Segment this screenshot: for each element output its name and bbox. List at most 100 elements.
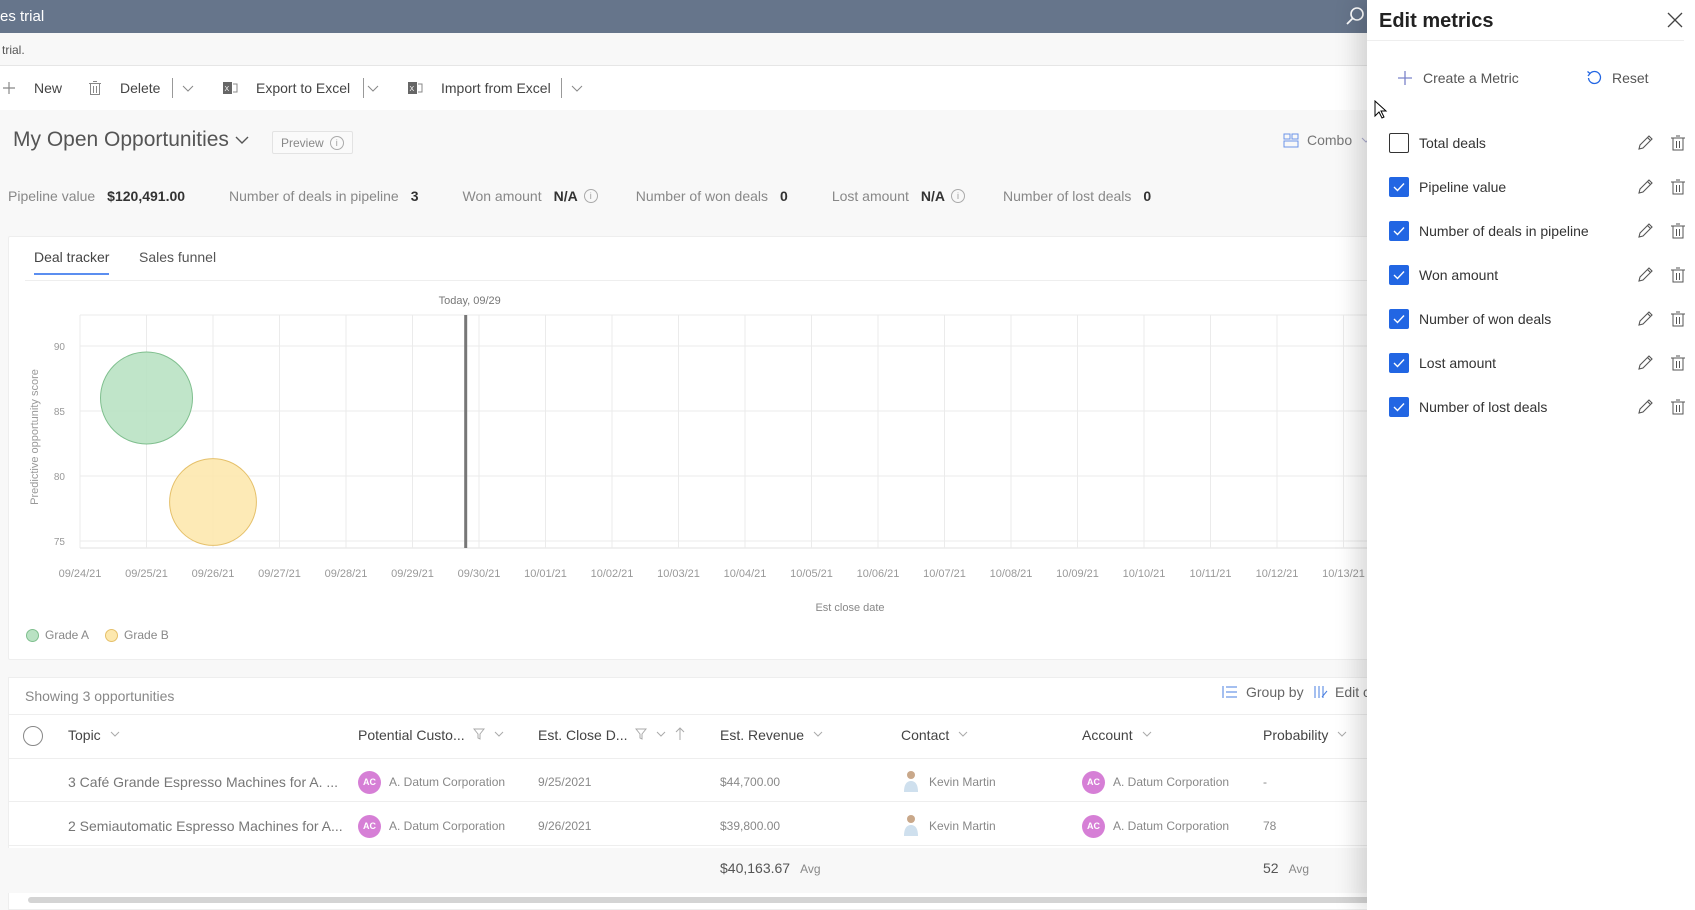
- chevron-down-icon[interactable]: [655, 727, 667, 743]
- group-by-button[interactable]: Group by: [1222, 684, 1304, 700]
- chevron-down-icon[interactable]: [109, 727, 121, 743]
- topic-link[interactable]: 3 Café Grande Espresso Machines for A. .…: [68, 772, 338, 792]
- checkmark-icon: [1393, 403, 1405, 412]
- search-icon[interactable]: [1345, 6, 1365, 26]
- edit-pencil-icon[interactable]: [1636, 266, 1654, 284]
- column-header-probability[interactable]: Probability: [1263, 724, 1348, 746]
- delete-trash-icon[interactable]: [1670, 178, 1686, 196]
- delete-trash-icon[interactable]: [1670, 222, 1686, 240]
- chevron-down-icon[interactable]: [1336, 727, 1348, 743]
- select-all-radio[interactable]: [22, 725, 44, 747]
- filter-icon[interactable]: [635, 727, 648, 743]
- metric-checkbox[interactable]: [1389, 265, 1409, 285]
- metric-option-label: Pipeline value: [1419, 179, 1507, 195]
- topic-link[interactable]: 2 Semiautomatic Espresso Machines for A.…: [68, 816, 343, 836]
- delete-trash-icon[interactable]: [1670, 354, 1686, 372]
- filter-icon[interactable]: [472, 727, 485, 743]
- potential-customer-cell[interactable]: AC A. Datum Corporation: [358, 770, 505, 794]
- delete-button[interactable]: Delete: [88, 66, 160, 110]
- contact-cell[interactable]: Kevin Martin: [901, 770, 996, 794]
- edit-pencil-icon[interactable]: [1636, 178, 1654, 196]
- info-icon[interactable]: i: [951, 189, 966, 203]
- metric-option: Lost amount: [1389, 352, 1689, 374]
- column-header-est-close-d[interactable]: Est. Close D...: [538, 724, 685, 746]
- column-header-potential-custo[interactable]: Potential Custo...: [358, 724, 505, 746]
- x-tick-label: 09/29/21: [391, 568, 434, 580]
- probability-cell: 78: [1263, 819, 1277, 833]
- view-selector[interactable]: My Open Opportunities: [13, 128, 251, 152]
- edit-pencil-icon[interactable]: [1636, 222, 1654, 240]
- group-by-label: Group by: [1246, 684, 1304, 700]
- delete-trash-icon[interactable]: [1670, 134, 1686, 152]
- x-tick-label: 10/01/21: [524, 568, 567, 580]
- excel-icon: X: [408, 82, 423, 94]
- bubble-grade-a[interactable]: [100, 351, 193, 445]
- chevron-down-icon[interactable]: [812, 727, 824, 743]
- column-header-topic[interactable]: Topic: [68, 724, 121, 746]
- delete-more-chevron-icon[interactable]: [180, 80, 196, 96]
- metric-option-label: Number of deals in pipeline: [1419, 223, 1589, 239]
- delete-trash-icon[interactable]: [1670, 398, 1686, 416]
- chevron-down-icon[interactable]: [957, 727, 969, 743]
- tab-sales-funnel[interactable]: Sales funnel: [139, 249, 216, 273]
- import-from-excel-button[interactable]: X Import from Excel: [407, 66, 551, 110]
- metrics-strip: Pipeline value $120,491.00 Number of deals…: [8, 186, 1195, 206]
- column-header-account[interactable]: Account: [1082, 724, 1153, 746]
- chevron-down-icon[interactable]: [1141, 727, 1153, 743]
- edit-pencil-icon[interactable]: [1636, 134, 1654, 152]
- record-count: Showing 3 opportunities: [25, 688, 175, 704]
- edit-pencil-icon[interactable]: [1636, 310, 1654, 328]
- info-icon[interactable]: i: [583, 189, 598, 203]
- contact-cell[interactable]: Kevin Martin: [901, 814, 996, 838]
- delete-trash-icon[interactable]: [1670, 266, 1686, 284]
- metric-checkbox[interactable]: [1389, 397, 1409, 417]
- column-header-est-revenue[interactable]: Est. Revenue: [720, 724, 824, 746]
- legend-item-grade-a[interactable]: Grade A: [26, 628, 89, 642]
- edit-columns-button[interactable]: Edit c: [1313, 684, 1370, 700]
- horizontal-scrollbar[interactable]: [28, 897, 1378, 903]
- edit-pencil-icon[interactable]: [1636, 398, 1654, 416]
- combo-label: Combo: [1307, 132, 1353, 148]
- create-metric-button[interactable]: Create a Metric: [1397, 70, 1519, 86]
- edit-columns-icon: [1314, 686, 1328, 698]
- metric-label: Pipeline value: [8, 188, 96, 204]
- tab-deal-tracker[interactable]: Deal tracker: [34, 249, 110, 275]
- new-button[interactable]: New: [2, 66, 62, 110]
- bubble-grade-b[interactable]: [169, 458, 257, 546]
- potential-customer-cell[interactable]: AC A. Datum Corporation: [358, 814, 505, 838]
- import-label: Import from Excel: [441, 80, 551, 96]
- metric-option: Number of lost deals: [1389, 396, 1689, 418]
- sort-ascending-icon[interactable]: [675, 726, 685, 744]
- avatar: AC: [358, 814, 381, 838]
- metric-item: Number of deals in pipeline 3: [229, 188, 424, 204]
- close-icon[interactable]: [1665, 10, 1685, 30]
- legend-item-grade-b[interactable]: Grade B: [105, 628, 169, 642]
- metric-label: Number of lost deals: [1003, 188, 1132, 204]
- view-title: My Open Opportunities: [13, 128, 229, 151]
- import-more-chevron-icon[interactable]: [569, 80, 585, 96]
- account-cell[interactable]: AC A. Datum Corporation: [1082, 814, 1229, 838]
- divider: [172, 78, 173, 98]
- metric-checkbox[interactable]: [1389, 221, 1409, 241]
- account-cell[interactable]: AC A. Datum Corporation: [1082, 770, 1229, 794]
- edit-pencil-icon[interactable]: [1636, 354, 1654, 372]
- divider: [363, 78, 364, 98]
- metric-checkbox[interactable]: [1389, 309, 1409, 329]
- export-to-excel-button[interactable]: X Export to Excel: [222, 66, 350, 110]
- x-tick-label: 09/26/21: [192, 568, 235, 580]
- metric-checkbox[interactable]: [1389, 177, 1409, 197]
- x-tick-label: 10/06/21: [857, 568, 900, 580]
- export-more-chevron-icon[interactable]: [365, 80, 381, 96]
- reset-button[interactable]: Reset: [1586, 70, 1649, 86]
- metric-value: N/A: [553, 188, 578, 204]
- chart-type-selector[interactable]: Combo: [1283, 132, 1372, 148]
- column-header-contact[interactable]: Contact: [901, 724, 969, 746]
- chevron-down-icon[interactable]: [493, 727, 505, 743]
- contact-name: Kevin Martin: [929, 775, 996, 789]
- metric-checkbox[interactable]: [1389, 353, 1409, 373]
- metric-checkbox[interactable]: [1389, 133, 1409, 153]
- delete-trash-icon[interactable]: [1670, 310, 1686, 328]
- plus-icon: [3, 82, 15, 94]
- preview-badge[interactable]: Preview i: [272, 131, 353, 154]
- column-header-label: Probability: [1263, 727, 1329, 743]
